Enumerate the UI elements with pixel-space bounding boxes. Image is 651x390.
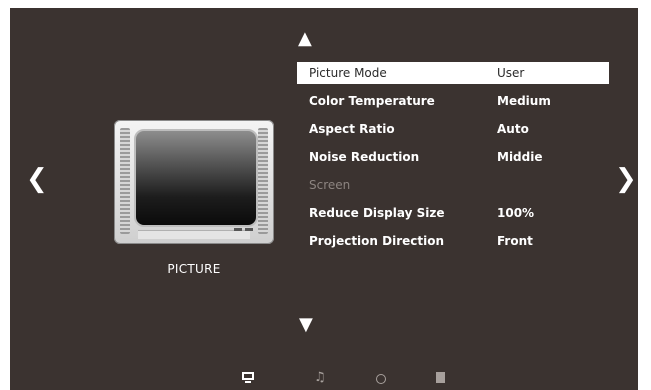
tv-screen: [134, 129, 258, 227]
tv-base: [138, 230, 250, 239]
lock-icon[interactable]: [436, 372, 450, 384]
menu-item-label: Projection Direction: [309, 234, 445, 248]
menu-item-label: Aspect Ratio: [309, 122, 395, 136]
picture-settings-menu: Picture Mode User Color Temperature Medi…: [297, 62, 609, 258]
section-title: PICTURE: [167, 262, 221, 276]
monitor-icon[interactable]: [241, 372, 255, 384]
menu-item-label: Picture Mode: [309, 66, 387, 80]
left-chevron-icon[interactable]: ❮: [26, 166, 48, 192]
tv-speaker-right: [258, 128, 268, 234]
osd-menu-screen: ▲ ▼ ❮ ❯ PICTURE Picture Mode User Color …: [10, 8, 638, 390]
tv-speaker-left: [120, 128, 130, 234]
menu-item-color-temperature[interactable]: Color Temperature Medium: [297, 90, 609, 112]
menu-item-value: Front: [497, 234, 533, 248]
menu-item-noise-reduction[interactable]: Noise Reduction Middie: [297, 146, 609, 168]
down-arrow-icon[interactable]: ▼: [299, 316, 313, 334]
monitor-icon-stand: [245, 381, 251, 383]
menu-item-value: 100%: [497, 206, 535, 220]
menu-item-picture-mode[interactable]: Picture Mode User: [297, 62, 609, 84]
menu-item-label: Reduce Display Size: [309, 206, 445, 220]
menu-item-label: Noise Reduction: [309, 150, 420, 164]
menu-item-aspect-ratio[interactable]: Aspect Ratio Auto: [297, 118, 609, 140]
music-note-icon[interactable]: ♫: [314, 371, 328, 384]
clock-icon[interactable]: [376, 372, 390, 384]
menu-item-value: Auto: [497, 122, 529, 136]
menu-item-reduce-display-size[interactable]: Reduce Display Size 100%: [297, 202, 609, 224]
menu-item-value: Middie: [497, 150, 543, 164]
menu-item-value: User: [497, 66, 525, 80]
tv-button: [234, 228, 242, 231]
menu-item-label: Color Temperature: [309, 94, 435, 108]
menu-item-label: Screen: [309, 178, 351, 192]
menu-item-projection-direction[interactable]: Projection Direction Front: [297, 230, 609, 252]
right-chevron-icon[interactable]: ❯: [615, 166, 637, 192]
menu-item-value: Medium: [497, 94, 551, 108]
tv-button: [245, 228, 253, 231]
lock-icon-body: [436, 372, 445, 383]
tv-icon: [114, 120, 274, 244]
clock-icon-face: [376, 374, 386, 384]
up-arrow-icon[interactable]: ▲: [298, 30, 312, 48]
menu-item-screen: Screen: [297, 174, 609, 196]
monitor-icon-screen: [242, 372, 254, 380]
